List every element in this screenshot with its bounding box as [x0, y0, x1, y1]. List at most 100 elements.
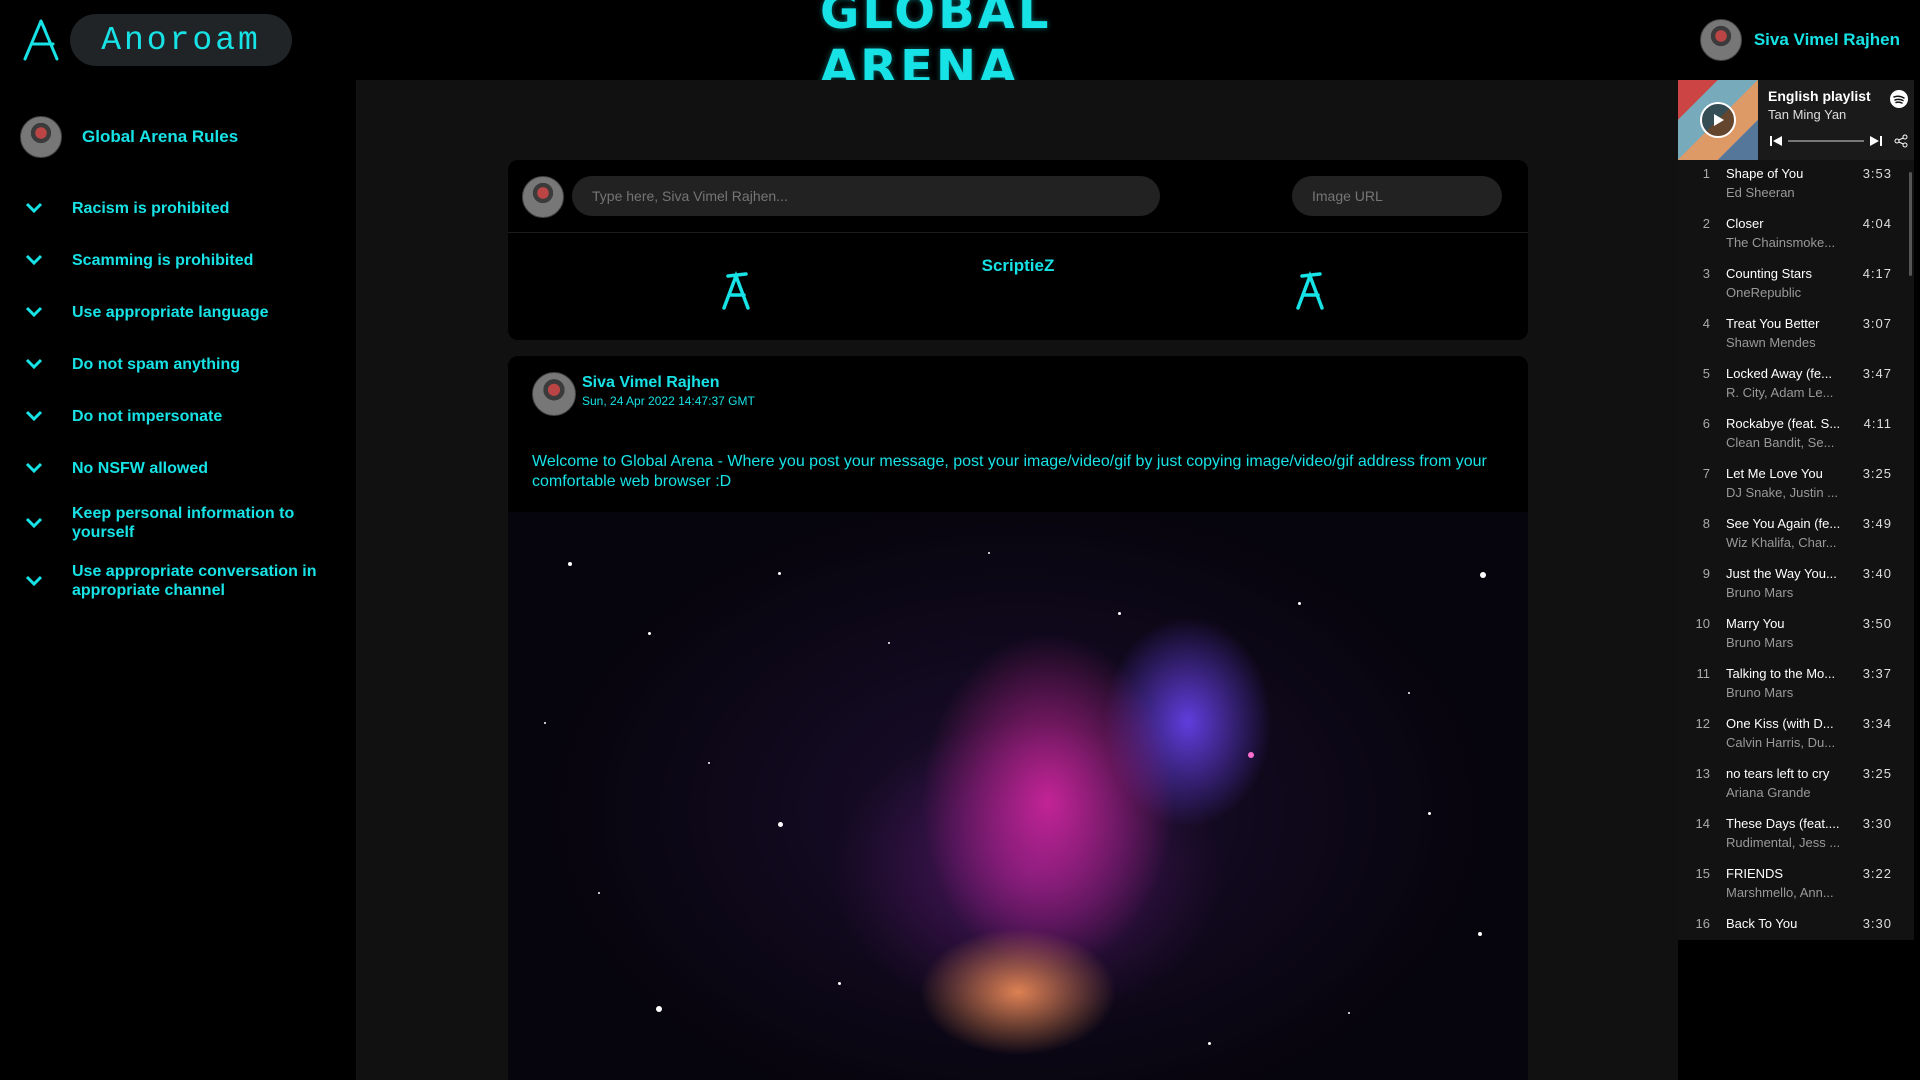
- share-icon[interactable]: [1894, 134, 1908, 148]
- music-player: English playlist Tan Ming Yan 1 Shape of …: [1678, 80, 1914, 940]
- rule-item[interactable]: No NSFW allowed: [20, 442, 340, 494]
- rule-item[interactable]: Keep personal information to yourself: [20, 494, 340, 552]
- track-row[interactable]: 14 These Days (feat.... Rudimental, Jess .…: [1678, 814, 1914, 864]
- track-duration: 3:47: [1862, 366, 1892, 381]
- track-duration: 3:22: [1862, 866, 1892, 881]
- chevron-down-icon[interactable]: [20, 250, 48, 270]
- next-track-icon[interactable]: [1870, 135, 1882, 147]
- track-duration: 3:53: [1862, 166, 1892, 181]
- avatar[interactable]: [532, 372, 576, 416]
- track-row[interactable]: 5 Locked Away (fe... R. City, Adam Le... 3:…: [1678, 364, 1914, 414]
- track-number: 5: [1702, 366, 1710, 381]
- rule-item[interactable]: Racism is prohibited: [20, 182, 340, 234]
- rule-label: No NSFW allowed: [72, 459, 208, 477]
- post-text: Welcome to Global Arena - Where you post…: [532, 453, 1487, 490]
- post-card: Siva Vimel Rajhen Sun, 24 Apr 2022 14:47…: [508, 356, 1528, 1080]
- album-cover[interactable]: [1678, 80, 1758, 160]
- chevron-down-icon[interactable]: [20, 302, 48, 322]
- rules-sidebar: Global Arena Rules Racism is prohibited …: [0, 80, 356, 1080]
- track-row[interactable]: 8 See You Again (fe... Wiz Khalifa, Char..…: [1678, 514, 1914, 564]
- track-row[interactable]: 4 Treat You Better Shawn Mendes 3:07: [1678, 314, 1914, 364]
- track-row[interactable]: 10 Marry You Bruno Mars 3:50: [1678, 614, 1914, 664]
- track-duration: 4:17: [1862, 266, 1892, 281]
- track-row[interactable]: 16 Back To You 3:30: [1678, 914, 1914, 940]
- spotify-icon[interactable]: [1890, 90, 1908, 108]
- track-number: 3: [1702, 266, 1710, 281]
- track-number: 1: [1702, 166, 1710, 181]
- chevron-down-icon[interactable]: [20, 571, 48, 591]
- rule-item[interactable]: Scamming is prohibited: [20, 234, 340, 286]
- track-title: These Days (feat....: [1726, 816, 1840, 831]
- star: [656, 1006, 662, 1012]
- track-duration: 3:40: [1862, 566, 1892, 581]
- track-artist: Ariana Grande: [1726, 785, 1811, 800]
- previous-track-icon[interactable]: [1770, 135, 1782, 147]
- post-timestamp: Sun, 24 Apr 2022 14:47:37 GMT: [582, 394, 755, 408]
- track-number: 4: [1702, 316, 1710, 331]
- track-row[interactable]: 3 Counting Stars OneRepublic 4:17: [1678, 264, 1914, 314]
- track-title: See You Again (fe...: [1726, 516, 1841, 531]
- track-number: 6: [1702, 416, 1710, 431]
- track-duration: 3:37: [1862, 666, 1892, 681]
- message-input[interactable]: [572, 176, 1160, 216]
- track-list[interactable]: 1 Shape of You Ed Sheeran 3:53 2 Closer The C…: [1678, 164, 1914, 940]
- rule-item[interactable]: Use appropriate language: [20, 286, 340, 338]
- track-artist: OneRepublic: [1726, 285, 1802, 300]
- track-row[interactable]: 11 Talking to the Mo... Bruno Mars 3:37: [1678, 664, 1914, 714]
- star: [708, 762, 710, 764]
- chevron-down-icon[interactable]: [20, 354, 48, 374]
- chevron-down-icon[interactable]: [20, 458, 48, 478]
- image-url-input[interactable]: [1292, 176, 1502, 216]
- chevron-down-icon[interactable]: [20, 198, 48, 218]
- star: [778, 572, 781, 575]
- track-artist: R. City, Adam Le...: [1726, 385, 1834, 400]
- track-row[interactable]: 2 Closer The Chainsmoke... 4:04: [1678, 214, 1914, 264]
- chevron-down-icon[interactable]: [20, 406, 48, 426]
- track-number: 12: [1695, 716, 1710, 731]
- chevron-down-icon[interactable]: [20, 513, 48, 533]
- rule-item[interactable]: Use appropriate conversation in appropri…: [20, 552, 340, 610]
- track-row[interactable]: 13 no tears left to cry Ariana Grande 3:25: [1678, 764, 1914, 814]
- star: [1118, 612, 1121, 615]
- play-button[interactable]: [1700, 102, 1736, 138]
- track-duration: 3:50: [1862, 616, 1892, 631]
- star: [1348, 1012, 1350, 1014]
- divider: [508, 232, 1528, 233]
- avatar: [522, 176, 564, 218]
- track-row[interactable]: 9 Just the Way You... Bruno Mars 3:40: [1678, 564, 1914, 614]
- track-title: Marry You: [1726, 616, 1785, 631]
- star: [1208, 1042, 1211, 1045]
- user-profile[interactable]: Siva Vimel Rajhen: [1699, 19, 1900, 61]
- track-duration: 4:04: [1862, 216, 1892, 231]
- arena-logo-icon[interactable]: [1290, 268, 1330, 312]
- progress-bar[interactable]: [1788, 140, 1864, 142]
- avatar[interactable]: [1699, 19, 1742, 61]
- rule-item[interactable]: Do not impersonate: [20, 390, 340, 442]
- track-row[interactable]: 12 One Kiss (with D... Calvin Harris, Du..…: [1678, 714, 1914, 764]
- track-title: Closer: [1726, 216, 1764, 231]
- avatar: [20, 116, 62, 158]
- track-title: Counting Stars: [1726, 266, 1812, 281]
- track-title: FRIENDS: [1726, 866, 1784, 881]
- track-duration: 3:07: [1862, 316, 1892, 331]
- track-title: Locked Away (fe...: [1726, 366, 1832, 381]
- post-author[interactable]: Siva Vimel Rajhen: [582, 374, 720, 392]
- brand-name[interactable]: Anoroam: [70, 14, 292, 66]
- user-name[interactable]: Siva Vimel Rajhen: [1754, 30, 1900, 50]
- track-duration: 3:34: [1862, 716, 1892, 731]
- top-header: Anoroam GLOBAL ARENA Siva Vimel Rajhen: [0, 0, 1920, 96]
- track-row[interactable]: 1 Shape of You Ed Sheeran 3:53: [1678, 164, 1914, 214]
- track-duration: 3:49: [1862, 516, 1892, 531]
- track-title: One Kiss (with D...: [1726, 716, 1834, 731]
- playlist-title[interactable]: English playlist: [1768, 88, 1871, 104]
- track-duration: 3:25: [1862, 466, 1892, 481]
- track-row[interactable]: 6 Rockabye (feat. S... Clean Bandit, Se...…: [1678, 414, 1914, 464]
- arena-logo-icon[interactable]: [716, 268, 756, 312]
- rule-label: Racism is prohibited: [72, 199, 230, 217]
- rule-item[interactable]: Do not spam anything: [20, 338, 340, 390]
- anoroam-logo-icon[interactable]: [20, 18, 62, 62]
- track-row[interactable]: 7 Let Me Love You DJ Snake, Justin ... 3:25: [1678, 464, 1914, 514]
- track-row[interactable]: 15 FRIENDS Marshmello, Ann... 3:22: [1678, 864, 1914, 914]
- playlist-scrollbar[interactable]: [1909, 172, 1912, 276]
- playlist-owner[interactable]: Tan Ming Yan: [1768, 107, 1846, 122]
